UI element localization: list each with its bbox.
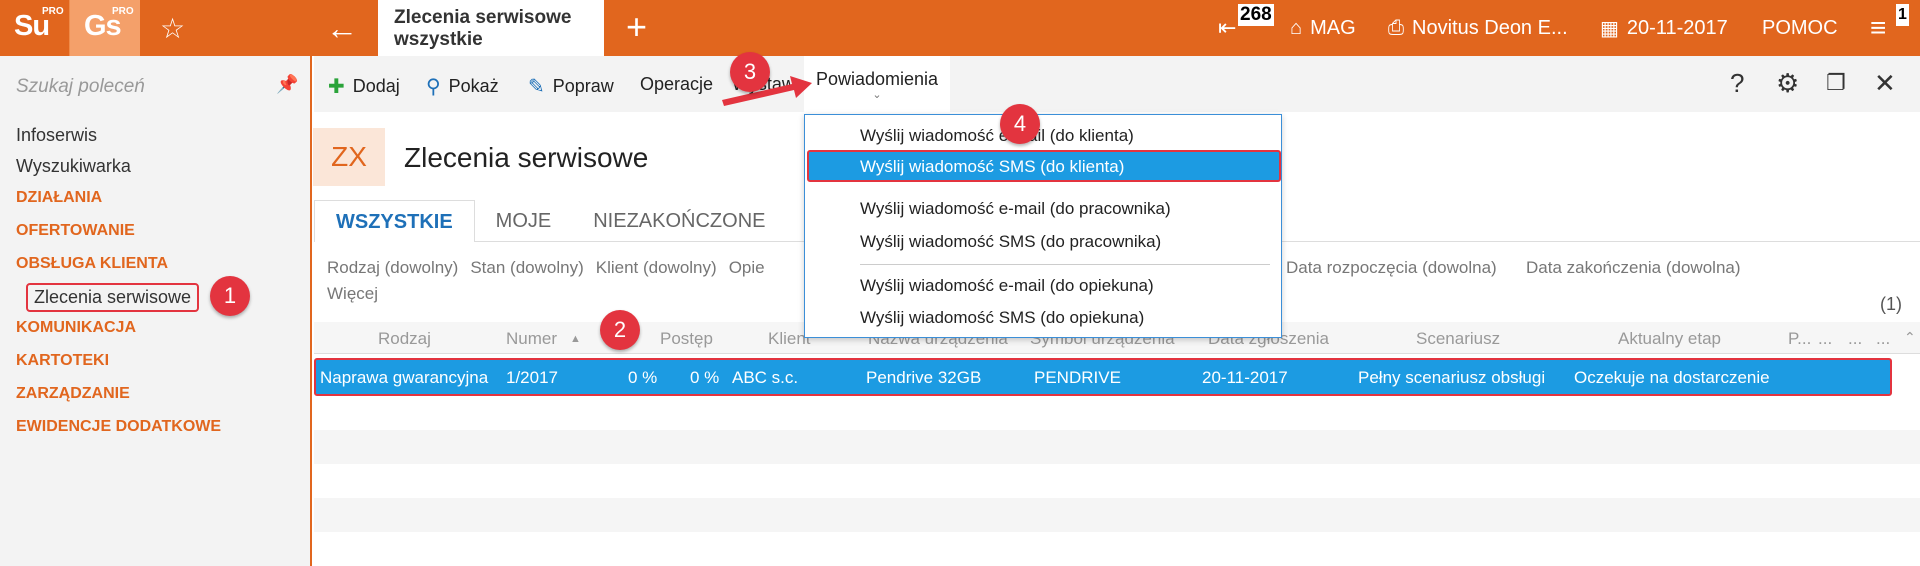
table-row[interactable]: Naprawa gwarancyjna 1/2017 0 % 0 % ABC s… (314, 358, 1892, 396)
col-p[interactable]: P... (1788, 329, 1811, 349)
col-extra-2[interactable]: ... (1848, 329, 1862, 349)
menu-item-sms-pracownik[interactable]: Wyślij wiadomość SMS (do pracownika) (860, 232, 1161, 252)
notifications-dropdown: Wyślij wiadomość e-mail (do klienta) Wyś… (804, 114, 1282, 338)
col-scenariusz[interactable]: Scenariusz (1416, 329, 1500, 349)
filter-data-zakonczenia[interactable]: Data zakończenia (dowolna) (1526, 258, 1741, 278)
filter-rodzaj[interactable]: Rodzaj (dowolny) (327, 258, 458, 278)
col-numer[interactable]: Numer (506, 329, 557, 349)
cell-scenariusz: Pełny scenariusz obsługi (1358, 368, 1546, 387)
cell-symbol: PENDRIVE (1034, 368, 1121, 387)
empty-row (314, 430, 1920, 464)
filters-more-link[interactable]: Więcej (327, 284, 378, 304)
callout-4: 4 (1000, 104, 1040, 144)
col-extra-3[interactable]: ... (1876, 329, 1890, 349)
menu-item-email-opiekun[interactable]: Wyślij wiadomość e-mail (do opiekuna) (860, 276, 1154, 296)
empty-row (314, 532, 1920, 566)
cell-rodzaj: Naprawa gwarancyjna (320, 368, 489, 387)
callout-3: 3 (730, 52, 770, 92)
tab-wszystkie[interactable]: WSZYSTKIE (314, 200, 475, 242)
filters-row: Rodzaj (dowolny) Stan (dowolny) Klient (… (327, 258, 765, 278)
empty-row (314, 464, 1920, 498)
tab-moje[interactable]: MOJE (475, 200, 573, 242)
cell-postep: 0 % (690, 368, 720, 387)
tab-niezakonczone[interactable]: NIEZAKOŃCZONE (572, 200, 786, 242)
col-extra-1[interactable]: ... (1818, 329, 1832, 349)
menu-divider (860, 264, 1270, 265)
menu-item-sms-opiekun[interactable]: Wyślij wiadomość SMS (do opiekuna) (860, 308, 1144, 328)
menu-item-email-pracownik[interactable]: Wyślij wiadomość e-mail (do pracownika) (860, 199, 1171, 219)
cell-etap: Oczekuje na dostarczenie (1574, 368, 1770, 387)
empty-row (314, 396, 1920, 430)
tabs: WSZYSTKIE MOJE NIEZAKOŃCZONE ZA (314, 200, 854, 242)
cell-data: 20-11-2017 (1202, 368, 1288, 387)
cell-pct1: 0 % (628, 368, 658, 387)
sort-asc-icon: ▲ (570, 333, 581, 345)
menu-item-sms-klient-label: Wyślij wiadomość SMS (do klienta) (860, 157, 1125, 176)
filter-data-rozpoczecia[interactable]: Data rozpoczęcia (dowolna) (1286, 258, 1497, 278)
filter-opiekun[interactable]: Opie (729, 258, 765, 278)
col-aktualny-etap[interactable]: Aktualny etap (1618, 329, 1721, 349)
filter-stan[interactable]: Stan (dowolny) (470, 258, 583, 278)
col-postep[interactable]: Postęp (660, 329, 713, 349)
scroll-up-icon[interactable]: ⌃ (1904, 329, 1916, 346)
empty-row (314, 498, 1920, 532)
record-count: (1) (1880, 294, 1902, 314)
menu-item-sms-klient[interactable]: Wyślij wiadomość SMS (do klienta) (807, 150, 1281, 182)
page-title: Zlecenia serwisowe (404, 142, 649, 173)
cell-nazwa: Pendrive 32GB (866, 368, 982, 387)
callout-2: 2 (600, 310, 640, 350)
cell-klient: ABC s.c. (732, 368, 799, 387)
filter-klient[interactable]: Klient (dowolny) (596, 258, 717, 278)
menu-item-email-klient[interactable]: Wyślij wiadomość e-mail (do klienta) (860, 126, 1134, 146)
cell-numer: 1/2017 (506, 368, 558, 387)
col-rodzaj[interactable]: Rodzaj (378, 329, 431, 349)
module-badge: ZX (313, 128, 385, 186)
